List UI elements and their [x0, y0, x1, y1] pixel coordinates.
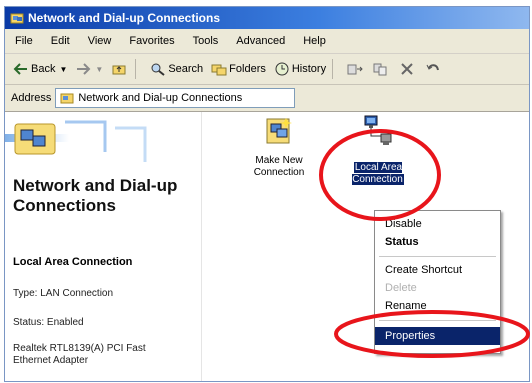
menu-tools[interactable]: Tools: [193, 35, 219, 47]
window-title: Network and Dial-up Connections: [28, 11, 221, 25]
search-button[interactable]: Search: [150, 62, 203, 76]
folders-button[interactable]: Folders: [211, 62, 266, 76]
ctx-separator: [379, 320, 496, 321]
history-button[interactable]: History: [274, 62, 326, 76]
forward-dropdown-icon[interactable]: ▼: [95, 65, 103, 74]
history-icon: [275, 62, 289, 76]
folders-icon: [211, 64, 227, 76]
toolbar-separator: [332, 59, 334, 79]
menu-edit[interactable]: Edit: [51, 35, 70, 47]
menu-view[interactable]: View: [88, 35, 112, 47]
lan-connection-icon: [364, 115, 392, 145]
pane-title: Network and Dial-up Connections: [13, 176, 178, 215]
menu-advanced[interactable]: Advanced: [236, 35, 285, 47]
toolbar: Back ▼ ▼ Search Folders History: [5, 54, 529, 85]
ctx-rename[interactable]: Rename: [375, 297, 500, 315]
forward-button[interactable]: ▼: [75, 62, 103, 76]
left-info-pane: Network and Dial-up Connections Local Ar…: [5, 112, 202, 381]
ctx-disable[interactable]: Disable: [375, 215, 500, 233]
forward-arrow-icon: [77, 63, 91, 75]
address-label: Address: [11, 92, 52, 104]
menu-bar: File Edit View Favorites Tools Advanced …: [5, 29, 529, 54]
selected-connection-name: Local Area Connection: [13, 256, 133, 268]
undo-icon: [426, 64, 440, 71]
ctx-properties[interactable]: Properties: [375, 327, 500, 345]
search-icon: [151, 63, 165, 76]
up-folder-button[interactable]: [111, 62, 129, 76]
ctx-separator: [379, 256, 496, 257]
lan-connection-label-wrap: Local Area Connection: [341, 162, 415, 186]
ctx-delete: Delete: [385, 282, 417, 294]
ctx-status[interactable]: Status: [375, 233, 500, 251]
explorer-window: Network and Dial-up Connections File Edi…: [4, 6, 530, 382]
adapter-name: Realtek RTL8139(A) PCI Fast Ethernet Ada…: [13, 343, 146, 366]
delete-x-icon: [401, 63, 413, 75]
network-folder-icon: [10, 13, 24, 24]
undo-button[interactable]: [425, 62, 443, 76]
folders-label: Folders: [229, 63, 266, 75]
copy-to-button[interactable]: [373, 62, 391, 76]
move-to-icon: [347, 64, 363, 75]
back-arrow-icon: [13, 63, 27, 75]
menu-favorites[interactable]: Favorites: [129, 35, 174, 47]
menu-file[interactable]: File: [15, 35, 33, 47]
toolbar-separator: [135, 59, 137, 79]
make-new-connection-label: Make New Connection: [253, 155, 305, 178]
title-bar: Network and Dial-up Connections: [5, 7, 529, 29]
back-label: Back: [31, 63, 56, 75]
connection-type: Type: LAN Connection: [13, 288, 114, 299]
move-to-button[interactable]: [347, 62, 365, 76]
folder-content: Network and Dial-up Connections Local Ar…: [5, 112, 529, 381]
history-label: History: [291, 63, 327, 75]
search-label: Search: [168, 63, 204, 75]
address-bar: Address Network and Dial-up Connections: [5, 85, 529, 112]
make-new-connection-icon: [266, 118, 292, 144]
delete-button[interactable]: [399, 62, 417, 76]
lan-connection-label: Local Area Connection: [352, 162, 404, 185]
make-new-connection-item[interactable]: Make New Connection: [249, 116, 309, 179]
ctx-create-shortcut[interactable]: Create Shortcut: [375, 261, 500, 279]
up-folder-icon: [112, 65, 126, 75]
copy-to-icon: [373, 63, 387, 76]
folder-header-graphic: [5, 120, 147, 162]
address-value: Network and Dial-up Connections: [78, 92, 243, 104]
connection-status: Status: Enabled: [13, 317, 84, 328]
local-area-connection-item[interactable]: Local Area Connection: [341, 114, 415, 186]
network-folder-icon: [60, 93, 74, 104]
address-field[interactable]: Network and Dial-up Connections: [55, 88, 296, 108]
back-dropdown-icon[interactable]: ▼: [59, 65, 67, 74]
context-menu: Disable Status Create Shortcut Delete Re…: [374, 210, 501, 354]
back-button[interactable]: Back ▼: [13, 62, 67, 76]
menu-help[interactable]: Help: [303, 35, 326, 47]
